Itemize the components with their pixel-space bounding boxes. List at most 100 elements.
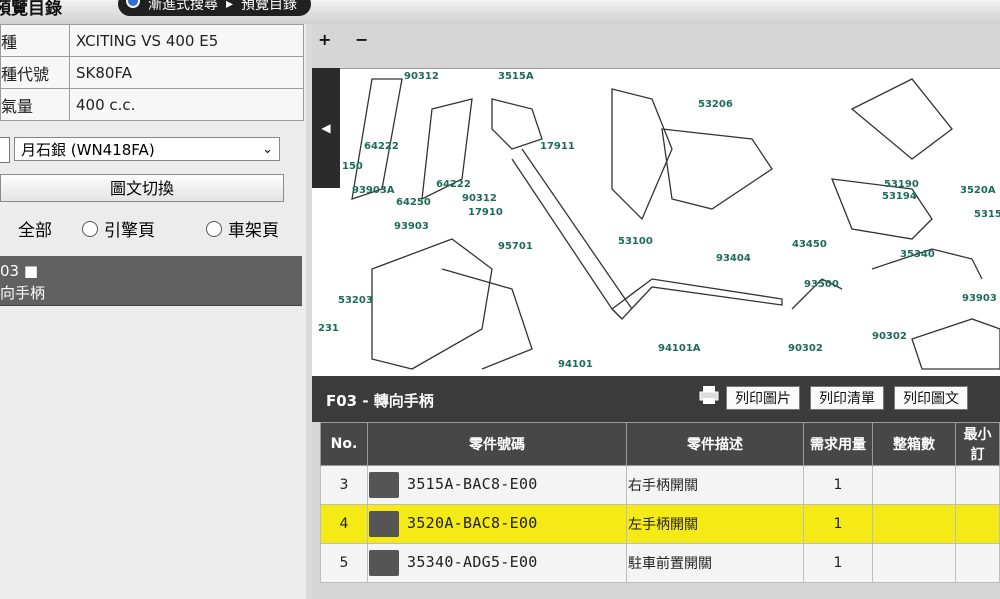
part-code: 3515A-BAC8-E00 <box>407 475 538 493</box>
diagram-shape <box>611 278 783 320</box>
part-thumbnail-icon[interactable] <box>369 472 399 498</box>
exploded-diagram-svg: 90312 3515A 53206 64222 17911 150 93903A… <box>318 71 1000 370</box>
radio-engine[interactable]: 引擎頁 <box>82 216 155 241</box>
diagram-label[interactable]: 53206 <box>698 99 733 110</box>
collapse-panel-button[interactable]: ◀ <box>312 68 340 188</box>
print-list-button[interactable]: 列印清單 <box>810 386 884 410</box>
diagram-label[interactable]: 17911 <box>540 141 575 152</box>
color-row: 月石銀 (WN418FA) ⌄ <box>0 134 306 164</box>
category-item-selected[interactable]: 03 ■ 向手柄 <box>0 256 302 306</box>
zoom-in-icon[interactable]: + <box>318 30 331 49</box>
diagram-label[interactable]: 94101 <box>558 359 593 370</box>
parts-diagram[interactable]: 90312 3515A 53206 64222 17911 150 93903A… <box>312 68 1000 377</box>
diagram-label[interactable]: 93500 <box>804 279 839 290</box>
diagram-label[interactable]: 93404 <box>716 253 751 264</box>
col-min-order: 最小訂 <box>955 422 1000 466</box>
diagram-shape <box>371 238 493 370</box>
diagram-label[interactable]: 53203 <box>338 295 373 306</box>
diagram-label[interactable]: 90302 <box>788 343 823 354</box>
breadcrumb-separator-icon: ▸ <box>226 0 234 12</box>
radio-engine-label: 引擎頁 <box>104 221 155 241</box>
diagram-label[interactable]: 43450 <box>792 239 827 250</box>
breadcrumb-preview-catalog[interactable]: 預覽目錄 <box>241 0 297 14</box>
diagram-shape <box>441 268 533 370</box>
diagram-label[interactable]: 93903 <box>394 221 429 232</box>
row-box-qty <box>872 465 956 505</box>
right-panel: + − 90312 3515A 53206 64222 17911 150 93… <box>312 24 1000 599</box>
radio-frame[interactable]: 車架頁 <box>206 216 279 241</box>
diagram-label[interactable]: 90312 <box>404 71 439 82</box>
col-description: 零件描述 <box>626 422 804 466</box>
part-thumbnail-icon[interactable] <box>369 550 399 576</box>
diagram-shape <box>661 128 773 210</box>
diagram-label[interactable]: 3520A <box>960 185 996 196</box>
diagram-shape <box>491 98 543 150</box>
info-value: XCITING VS 400 E5 <box>69 24 304 57</box>
color-swatch-button[interactable] <box>0 137 10 163</box>
table-row-selected[interactable]: 4 3520A-BAC8-E00 左手柄開關 1 <box>320 504 1000 544</box>
info-row-code: 種代號 SK80FA <box>0 56 304 89</box>
category-name: 向手柄 <box>0 284 46 302</box>
part-code: 35340-ADG5-E00 <box>407 553 538 571</box>
row-part-number[interactable]: 35340-ADG5-E00 <box>367 543 627 583</box>
print-image-text-button[interactable]: 列印圖文 <box>894 386 968 410</box>
breadcrumb: 漸進式搜尋 ▸ 預覽目錄 <box>118 0 312 16</box>
diagram-label[interactable]: 17910 <box>468 207 503 218</box>
zoom-controls: + − <box>318 30 368 49</box>
category-code: 03 ■ <box>0 262 39 280</box>
part-thumbnail-icon[interactable] <box>369 511 399 537</box>
radio-all[interactable]: 全部 <box>0 216 52 241</box>
printer-icon[interactable] <box>698 384 720 406</box>
row-part-number[interactable]: 3520A-BAC8-E00 <box>367 504 627 544</box>
diagram-label[interactable]: 64222 <box>436 179 471 190</box>
radio-frame-label: 車架頁 <box>228 221 279 241</box>
row-qty: 1 <box>803 543 873 583</box>
diagram-label[interactable]: 35340 <box>900 249 935 260</box>
part-code: 3520A-BAC8-E00 <box>407 514 538 532</box>
breadcrumb-progressive-search[interactable]: 漸進式搜尋 <box>148 0 218 14</box>
col-box-qty: 整箱數 <box>872 422 956 466</box>
diagram-label[interactable]: 64250 <box>396 197 431 208</box>
diagram-label[interactable]: 53190 <box>884 179 919 190</box>
zoom-out-icon[interactable]: − <box>355 30 368 49</box>
table-row[interactable]: 3 3515A-BAC8-E00 右手柄開關 1 <box>320 465 1000 505</box>
row-box-qty <box>872 543 956 583</box>
info-row-model: 種 XCITING VS 400 E5 <box>0 24 304 57</box>
diagram-label[interactable]: 93903 <box>962 293 997 304</box>
image-text-switch-button[interactable]: 圖文切換 <box>0 174 284 202</box>
row-min-order <box>955 504 1000 544</box>
col-part-number: 零件號碼 <box>367 422 627 466</box>
diagram-shape <box>511 158 623 320</box>
diagram-label[interactable]: 150 <box>342 161 363 172</box>
parts-table-header: No. 零件號碼 零件描述 需求用量 整箱數 最小訂 <box>320 422 1000 466</box>
row-box-qty <box>872 504 956 544</box>
table-row[interactable]: 5 35340-ADG5-E00 駐車前置開關 1 <box>320 543 1000 583</box>
diagram-label[interactable]: 231 <box>318 323 339 334</box>
diagram-label[interactable]: 53100 <box>618 236 653 247</box>
col-required-qty: 需求用量 <box>803 422 873 466</box>
color-select[interactable]: 月石銀 (WN418FA) ⌄ <box>14 137 280 161</box>
row-description: 左手柄開關 <box>626 504 804 544</box>
row-qty: 1 <box>803 504 873 544</box>
breadcrumb-icon <box>126 0 140 8</box>
diagram-shape <box>611 88 673 221</box>
diagram-label[interactable]: 95701 <box>498 241 533 252</box>
info-row-displacement: 氣量 400 c.c. <box>0 88 304 121</box>
diagram-label[interactable]: 94101A <box>658 343 701 354</box>
catalog-title: 預覽目錄 <box>0 0 62 19</box>
diagram-label[interactable]: 53150 <box>974 209 1000 220</box>
print-image-button[interactable]: 列印圖片 <box>726 386 800 410</box>
diagram-label[interactable]: 3515A <box>498 71 534 82</box>
chevron-down-icon: ⌄ <box>262 142 273 157</box>
row-no: 5 <box>320 543 368 583</box>
diagram-label[interactable]: 64222 <box>364 141 399 152</box>
diagram-label[interactable]: 53194 <box>882 191 917 202</box>
vehicle-info-table: 種 XCITING VS 400 E5 種代號 SK80FA 氣量 400 c.… <box>0 24 304 121</box>
left-panel: 種 XCITING VS 400 E5 種代號 SK80FA 氣量 400 c.… <box>0 24 306 599</box>
diagram-shape <box>521 148 633 310</box>
diagram-label[interactable]: 93903A <box>352 185 395 196</box>
diagram-label[interactable]: 90312 <box>462 193 497 204</box>
diagram-label[interactable]: 90302 <box>872 331 907 342</box>
parts-list-title: F03 - 轉向手柄 <box>326 392 434 410</box>
row-part-number[interactable]: 3515A-BAC8-E00 <box>367 465 627 505</box>
